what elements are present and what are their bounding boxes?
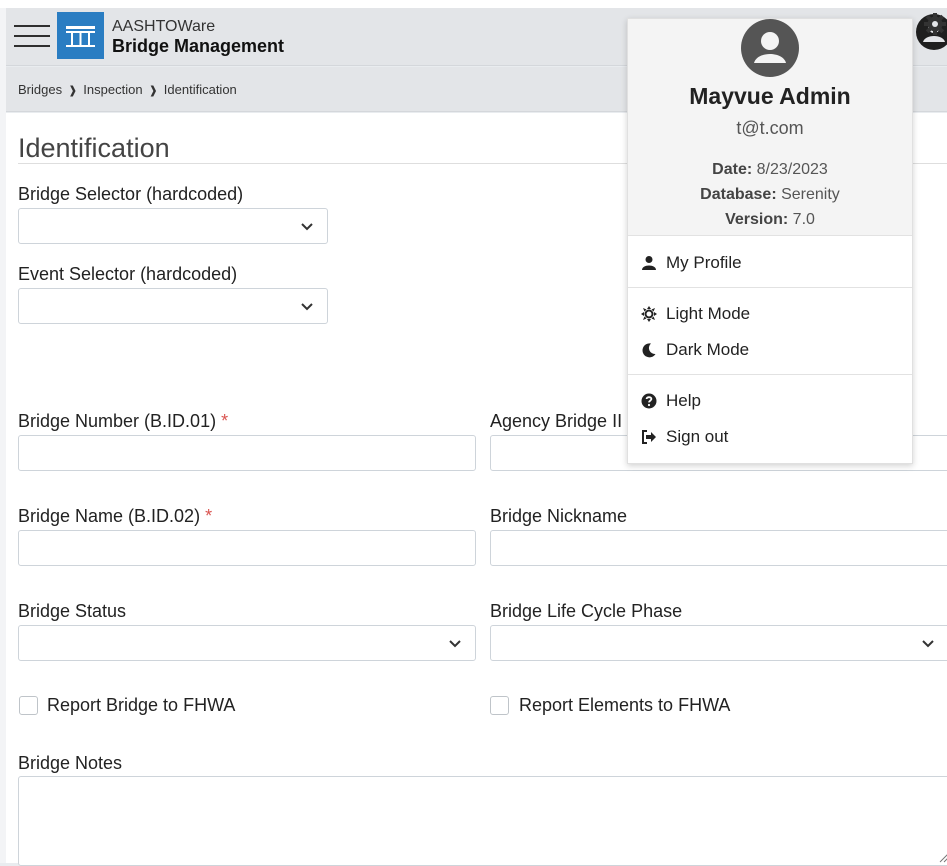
- page-title: Identification: [18, 133, 170, 163]
- app-title-line1: AASHTOWare: [112, 18, 216, 35]
- chevron-down-icon: [301, 223, 313, 231]
- resize-grip-icon[interactable]: [938, 851, 947, 863]
- bridge-number-label-text: Bridge Number (B.ID.01): [18, 411, 217, 431]
- bridge-number-label: Bridge Number (B.ID.01) *: [18, 411, 228, 432]
- version-label: Version:: [725, 211, 789, 228]
- menu-item-sign-out[interactable]: Sign out: [628, 420, 912, 454]
- user-email: t@t.com: [736, 118, 804, 138]
- database-value: Serenity: [781, 186, 840, 203]
- user-menu: Mayvue Admin t@t.com Date: 8/23/2023 Dat…: [627, 18, 913, 464]
- menu-item-dark-mode[interactable]: Dark Mode: [628, 333, 912, 367]
- user-date-line: Date: 8/23/2023: [628, 161, 912, 179]
- breadcrumb-separator: ❱: [148, 85, 158, 97]
- menu-item-label: Sign out: [666, 427, 729, 446]
- required-marker: *: [205, 506, 213, 526]
- sign-out-icon: [642, 430, 656, 444]
- bridge-selector-label: Bridge Selector (hardcoded): [18, 184, 244, 204]
- menu-divider: [628, 287, 912, 288]
- event-selector-label: Event Selector (hardcoded): [18, 264, 238, 284]
- bridge-name-label-text: Bridge Name (B.ID.02): [18, 506, 201, 526]
- bridge-status-label: Bridge Status: [18, 601, 127, 621]
- breadcrumb-item-bridges[interactable]: Bridges: [18, 82, 62, 97]
- menu-divider: [628, 374, 912, 375]
- bridge-notes-label: Bridge Notes: [18, 753, 123, 773]
- sun-icon: [641, 306, 657, 322]
- chevron-down-icon: [449, 640, 461, 648]
- app-title: AASHTOWare Bridge Management: [112, 18, 285, 56]
- chevron-down-icon: [301, 303, 313, 311]
- moon-icon: [642, 343, 656, 358]
- gear-icon[interactable]: [923, 12, 947, 36]
- report-elements-label[interactable]: Report Elements to FHWA: [519, 695, 730, 716]
- user-database-line: Database: Serenity: [628, 186, 912, 204]
- menu-item-help[interactable]: Help: [628, 384, 912, 418]
- user-name: Mayvue Admin: [689, 83, 851, 109]
- menu-item-label: My Profile: [666, 253, 742, 272]
- report-elements-checkbox[interactable]: [490, 696, 509, 715]
- chevron-down-icon: [922, 640, 934, 648]
- date-value: 8/23/2023: [756, 161, 828, 178]
- bridge-nickname-label: Bridge Nickname: [490, 506, 628, 526]
- agency-bridge-id-label: Agency Bridge II: [490, 411, 623, 431]
- bridge-name-input[interactable]: [18, 530, 476, 566]
- date-label: Date:: [712, 161, 753, 178]
- menu-item-label: Light Mode: [666, 304, 751, 323]
- database-label: Database:: [700, 186, 777, 203]
- breadcrumb-item-inspection[interactable]: Inspection: [83, 82, 142, 97]
- breadcrumb-item-identification: Identification: [163, 82, 237, 97]
- user-menu-header: Mayvue Admin t@t.com Date: 8/23/2023 Dat…: [628, 19, 912, 236]
- top-strip: [0, 0, 947, 8]
- user-icon: [642, 256, 656, 270]
- bridge-notes-textarea[interactable]: [18, 776, 947, 866]
- menu-item-label: Dark Mode: [666, 340, 750, 359]
- version-value: 7.0: [792, 211, 815, 228]
- menu-item-my-profile[interactable]: My Profile: [628, 246, 912, 280]
- user-version-line: Version: 7.0: [628, 211, 912, 229]
- life-cycle-phase-label: Bridge Life Cycle Phase: [490, 601, 683, 621]
- menu-item-light-mode[interactable]: Light Mode: [628, 297, 912, 331]
- life-cycle-phase-dropdown[interactable]: [490, 625, 947, 661]
- bridge-nickname-input[interactable]: [490, 530, 947, 566]
- app-title-line2: Bridge Management: [112, 36, 285, 56]
- event-selector-dropdown[interactable]: [18, 288, 328, 324]
- bridge-status-dropdown[interactable]: [18, 625, 476, 661]
- required-marker: *: [221, 411, 229, 431]
- breadcrumb: Bridges ❱ Inspection ❱ Identification: [18, 82, 237, 97]
- user-avatar-icon: [741, 19, 799, 77]
- menu-item-label: Help: [666, 391, 701, 410]
- hamburger-menu-icon[interactable]: [14, 25, 50, 47]
- report-bridge-checkbox[interactable]: [19, 696, 38, 715]
- bridge-selector-dropdown[interactable]: [18, 208, 328, 244]
- bridge-logo-icon[interactable]: [57, 12, 104, 59]
- breadcrumb-separator: ❱: [68, 85, 78, 97]
- bridge-number-input[interactable]: [18, 435, 476, 471]
- bridge-name-label: Bridge Name (B.ID.02) *: [18, 506, 212, 527]
- question-circle-icon: [641, 393, 657, 409]
- report-bridge-label[interactable]: Report Bridge to FHWA: [47, 695, 235, 716]
